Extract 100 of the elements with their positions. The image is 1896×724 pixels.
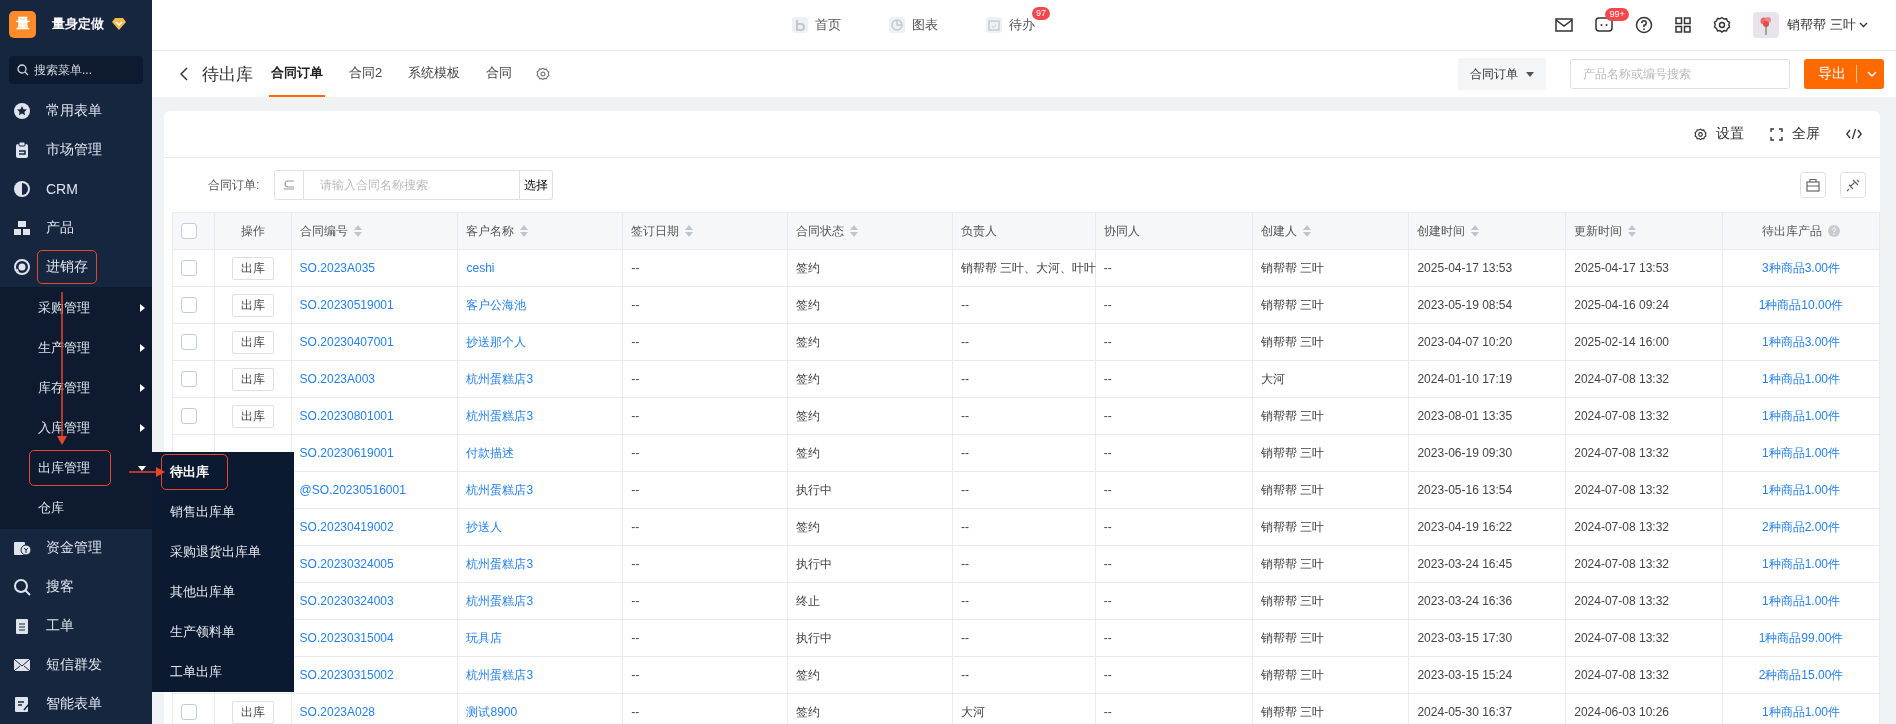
choose-button[interactable]: 选择 bbox=[520, 170, 554, 200]
table-cell: -- bbox=[1103, 705, 1112, 719]
column-header: 协同人 bbox=[1103, 222, 1140, 240]
sidebar-item[interactable]: 进销存 bbox=[0, 247, 152, 287]
table-link[interactable]: 1种商品1.00件 bbox=[1762, 482, 1841, 497]
table-cell: 2024-05-30 16:37 bbox=[1417, 705, 1513, 719]
flyout-item[interactable]: 生产领料单 bbox=[152, 612, 294, 652]
column-header[interactable]: 客户名称 bbox=[466, 222, 515, 240]
table-cell: 签约 bbox=[796, 260, 821, 275]
table-cell: -- bbox=[1103, 631, 1112, 645]
table-link[interactable]: ceshi bbox=[466, 261, 495, 275]
table-cell: 销帮帮 三叶 bbox=[1260, 408, 1324, 423]
table-cell: 签约 bbox=[796, 334, 821, 349]
table-cell: -- bbox=[961, 372, 970, 386]
table-link[interactable]: 1种商品1.00件 bbox=[1762, 556, 1841, 571]
stock-out-button[interactable]: 出库 bbox=[231, 256, 274, 280]
flyout-item[interactable]: 工单出库 bbox=[152, 652, 294, 692]
table-link[interactable]: 杭州蛋糕店3 bbox=[466, 593, 534, 608]
tab[interactable]: 合同 bbox=[484, 51, 515, 97]
table-link[interactable]: 1种商品1.00件 bbox=[1762, 593, 1841, 608]
logo: 量 bbox=[9, 10, 36, 38]
table-cell: 2024-07-08 13:32 bbox=[1574, 557, 1669, 571]
table-cell: 销帮帮 三叶 bbox=[1260, 704, 1324, 719]
table-cell: 签约 bbox=[796, 297, 821, 312]
stock-out-button[interactable]: 出库 bbox=[231, 367, 274, 391]
column-header[interactable]: 更新时间 bbox=[1574, 222, 1623, 240]
sidebar-item[interactable]: 市场管理 bbox=[0, 130, 152, 170]
user-menu[interactable]: 销帮帮 三叶 bbox=[1787, 16, 1868, 34]
table-link[interactable]: 杭州蛋糕店3 bbox=[466, 408, 534, 423]
table-link[interactable]: 1种商品1.00件 bbox=[1762, 445, 1841, 460]
stock-out-button[interactable]: 出库 bbox=[231, 700, 274, 724]
table-link[interactable]: SO.2023A003 bbox=[299, 372, 375, 386]
table-link[interactable]: 杭州蛋糕店3 bbox=[466, 556, 534, 571]
sidebar-item[interactable]: 搜客 bbox=[0, 567, 152, 607]
table-link[interactable]: 杭州蛋糕店3 bbox=[466, 667, 534, 682]
table-link[interactable]: 测试8900 bbox=[466, 704, 518, 719]
flyout-item[interactable]: 销售出库单 bbox=[152, 492, 294, 532]
table-link[interactable]: 1种商品3.00件 bbox=[1762, 334, 1841, 349]
table-cell: -- bbox=[631, 261, 640, 275]
table-link[interactable]: 杭州蛋糕店3 bbox=[466, 371, 534, 386]
settings-button[interactable]: 设置 bbox=[1694, 125, 1744, 143]
submenu-item[interactable]: 出库管理 bbox=[0, 447, 152, 488]
submenu-item[interactable]: 仓库 bbox=[0, 487, 152, 528]
table-cell: -- bbox=[1103, 298, 1112, 312]
table-cell: -- bbox=[631, 594, 640, 608]
tab[interactable]: 合同2 bbox=[347, 51, 385, 97]
view-dropdown[interactable]: 合同订单 bbox=[1458, 58, 1546, 90]
stock-out-button[interactable]: 出库 bbox=[231, 404, 274, 428]
column-header: 负责人 bbox=[961, 222, 998, 240]
column-header[interactable]: 创建人 bbox=[1260, 222, 1297, 240]
table-cell: -- bbox=[631, 409, 640, 423]
table-link[interactable]: 2种商品2.00件 bbox=[1762, 519, 1841, 534]
sidebar-item[interactable]: 产品 bbox=[0, 208, 152, 248]
table-cell: -- bbox=[961, 557, 970, 571]
table-cell: 2024-07-08 13:32 bbox=[1574, 594, 1669, 608]
column-header[interactable]: 创建时间 bbox=[1417, 222, 1466, 240]
table-link[interactable]: 1种商品1.00件 bbox=[1762, 408, 1841, 423]
contract-search-field[interactable]: 请输入合同名称搜索 bbox=[304, 170, 521, 200]
column-header[interactable]: 合同编号 bbox=[299, 222, 348, 240]
table-cell: 销帮帮 三叶、大河、叶叶 bbox=[961, 260, 1097, 275]
table-cell: 2023-03-24 16:36 bbox=[1417, 594, 1513, 608]
table-cell: 销帮帮 三叶 bbox=[1260, 667, 1324, 682]
table-cell: -- bbox=[1103, 335, 1112, 349]
fullscreen-button[interactable]: 全屏 bbox=[1770, 125, 1820, 143]
sidebar-item[interactable]: 智能表单 bbox=[0, 684, 152, 724]
table-link[interactable]: SO.2023A035 bbox=[299, 261, 375, 275]
nav-item[interactable]: 首页 bbox=[792, 16, 841, 34]
table-link[interactable]: 杭州蛋糕店3 bbox=[466, 482, 534, 497]
column-header[interactable]: 合同状态 bbox=[796, 222, 845, 240]
nav-item[interactable]: 待办 bbox=[986, 16, 1035, 34]
table-cell: -- bbox=[1103, 372, 1112, 386]
flyout-item[interactable]: 其他出库单 bbox=[152, 572, 294, 612]
stock-out-button[interactable]: 出库 bbox=[231, 330, 274, 354]
table-link[interactable]: 抄送人 bbox=[466, 519, 503, 534]
table-cell: -- bbox=[631, 446, 640, 460]
table-cell: 2023-05-19 08:54 bbox=[1417, 298, 1513, 312]
tab[interactable]: 系统模板 bbox=[406, 51, 463, 97]
table-cell: -- bbox=[961, 335, 970, 349]
sidebar-item[interactable]: CRM bbox=[0, 169, 152, 209]
column-header[interactable]: 签订日期 bbox=[631, 222, 680, 240]
sidebar-item[interactable]: 短信群发 bbox=[0, 645, 152, 685]
table-link[interactable]: 3种商品3.00件 bbox=[1762, 260, 1841, 275]
menu-search-field[interactable]: 搜索菜单... bbox=[9, 55, 143, 84]
table-cell: 签约 bbox=[796, 445, 821, 460]
table-link[interactable]: 付款描述 bbox=[466, 445, 515, 460]
sidebar-item[interactable]: 常用表单 bbox=[0, 91, 152, 131]
filter-label: 合同订单: bbox=[208, 176, 260, 194]
sidebar-item[interactable]: 资金管理 bbox=[0, 528, 152, 568]
stock-out-button[interactable]: 出库 bbox=[231, 293, 274, 317]
product-search-field[interactable]: 产品名称或编号搜索 bbox=[1570, 59, 1790, 89]
table-link[interactable]: 1种商品1.00件 bbox=[1762, 371, 1841, 386]
flyout-item[interactable]: 采购退货出库单 bbox=[152, 532, 294, 572]
table-link[interactable]: 客户公海池 bbox=[466, 297, 527, 312]
table-link[interactable]: 玩具店 bbox=[466, 630, 503, 645]
table-cell: -- bbox=[961, 668, 970, 682]
table-cell: -- bbox=[961, 483, 970, 497]
table-link[interactable]: 抄送那个人 bbox=[466, 334, 527, 349]
flyout-item[interactable]: 待出库 bbox=[152, 452, 294, 492]
nav-item[interactable]: 图表 bbox=[889, 16, 938, 34]
sidebar-item[interactable]: 工单 bbox=[0, 606, 152, 646]
